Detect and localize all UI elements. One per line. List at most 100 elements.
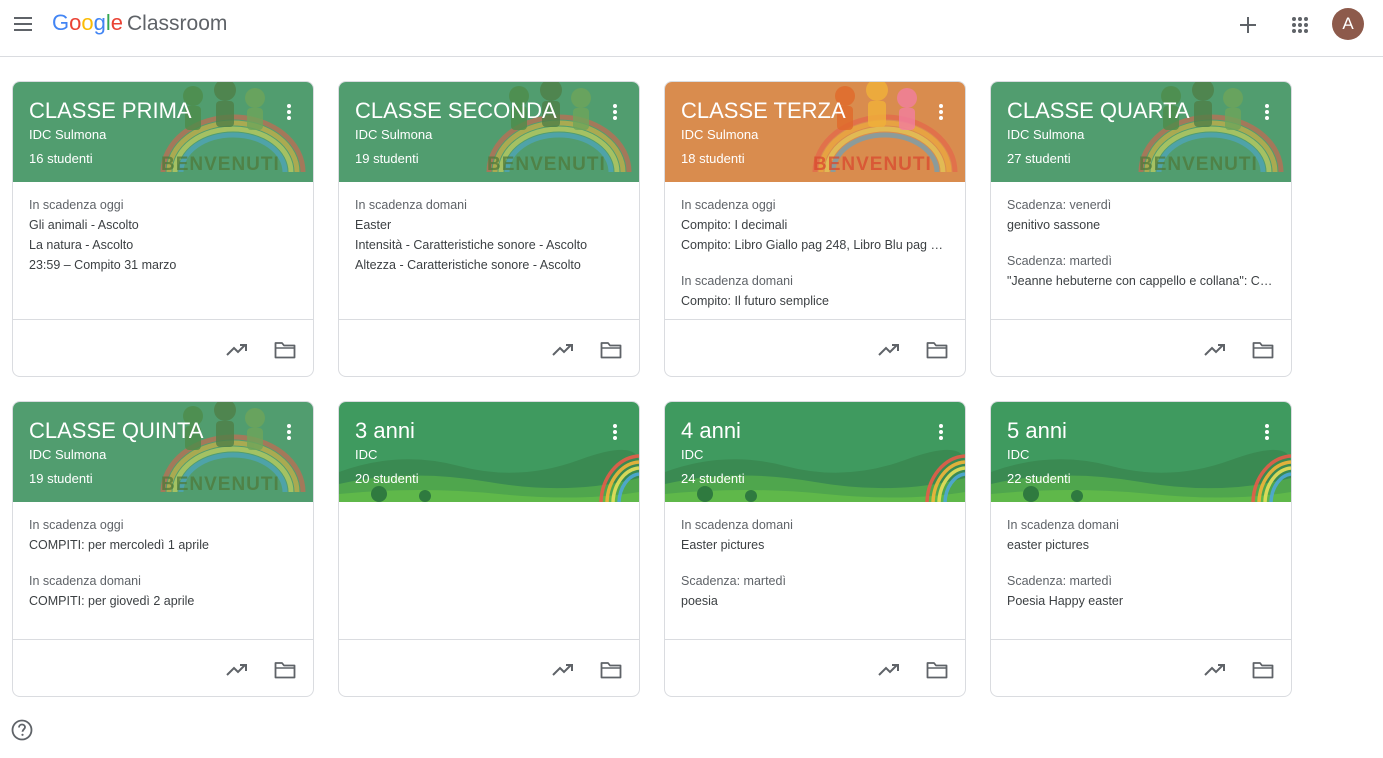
benvenuti-banner: BENVENUTI <box>813 154 932 175</box>
folder-icon <box>1252 342 1274 359</box>
class-title-link[interactable]: 5 anni <box>1007 418 1067 444</box>
assignment-link[interactable]: Altezza - Caratteristiche sonore - Ascol… <box>355 255 623 275</box>
google-apps-button[interactable] <box>1284 9 1316 41</box>
class-options-button[interactable] <box>605 420 625 444</box>
student-count: 24 studenti <box>681 471 745 486</box>
student-count: 22 studenti <box>1007 471 1071 486</box>
class-options-button[interactable] <box>1257 100 1277 124</box>
trending-up-icon <box>1204 664 1225 676</box>
open-drive-folder-button[interactable] <box>597 336 625 364</box>
open-drive-folder-button[interactable] <box>1249 656 1277 684</box>
logo-letter: G <box>52 10 70 35</box>
help-button[interactable] <box>10 718 34 742</box>
class-card[interactable]: BENVENUTI CLASSE QUARTA IDC Sulmona 27 s… <box>990 81 1292 377</box>
class-section: IDC Sulmona <box>681 127 759 142</box>
trending-up-icon <box>878 344 899 356</box>
open-drive-folder-button[interactable] <box>923 336 951 364</box>
assignment-link[interactable]: COMPITI: per mercoledì 1 aprile <box>29 535 297 555</box>
due-label: Scadenza: martedì <box>1007 574 1112 588</box>
class-card[interactable]: BENVENUTI CLASSE PRIMA IDC Sulmona 16 st… <box>12 81 314 377</box>
open-gradebook-button[interactable] <box>549 336 577 364</box>
logo-letter: e <box>110 10 124 35</box>
assignment-link[interactable]: Intensità - Caratteristiche sonore - Asc… <box>355 235 623 255</box>
class-card[interactable]: BENVENUTI CLASSE SECONDA IDC Sulmona 19 … <box>338 81 640 377</box>
class-options-button[interactable] <box>279 100 299 124</box>
class-card[interactable]: 5 anni IDC 22 studenti In scadenza doman… <box>990 401 1292 697</box>
open-drive-folder-button[interactable] <box>597 656 625 684</box>
due-group: Scadenza: martedì poesia <box>681 571 949 611</box>
upcoming-work: In scadenza oggi Compito: I decimali Comp… <box>665 182 965 319</box>
open-drive-folder-button[interactable] <box>1249 336 1277 364</box>
google-classroom-logo[interactable]: Google Classroom <box>52 10 227 40</box>
assignment-link[interactable]: Compito: I decimali <box>681 215 949 235</box>
trending-up-icon <box>552 664 573 676</box>
assignment-link[interactable]: "Jeanne hebuterne con cappello e collana… <box>1007 271 1275 291</box>
due-label: In scadenza domani <box>681 274 793 288</box>
assignment-link[interactable]: 23:59 – Compito 31 marzo <box>29 255 297 275</box>
class-section: IDC <box>355 447 378 462</box>
folder-icon <box>274 342 296 359</box>
assignment-link[interactable]: La natura - Ascolto <box>29 235 297 255</box>
class-title-link[interactable]: 4 anni <box>681 418 741 444</box>
class-options-button[interactable] <box>279 420 299 444</box>
apps-grid-icon <box>1292 17 1308 33</box>
assignment-link[interactable]: Compito: Il futuro semplice <box>681 291 949 311</box>
class-card[interactable]: BENVENUTI CLASSE TERZA IDC Sulmona 18 st… <box>664 81 966 377</box>
due-label: In scadenza oggi <box>681 198 776 212</box>
open-gradebook-button[interactable] <box>223 336 251 364</box>
benvenuti-banner: BENVENUTI <box>487 154 606 175</box>
class-options-button[interactable] <box>1257 420 1277 444</box>
account-avatar[interactable]: A <box>1332 8 1364 40</box>
class-title-link[interactable]: 3 anni <box>355 418 415 444</box>
class-options-button[interactable] <box>605 100 625 124</box>
main-menu-button[interactable] <box>8 8 40 40</box>
due-label: In scadenza domani <box>355 198 467 212</box>
class-title-link[interactable]: CLASSE SECONDA <box>355 98 557 124</box>
assignment-link[interactable]: Poesia Happy easter <box>1007 591 1275 611</box>
open-gradebook-button[interactable] <box>549 656 577 684</box>
upcoming-work: In scadenza oggi COMPITI: per mercoledì … <box>13 502 313 639</box>
due-group: In scadenza oggi Gli animali - Ascolto La… <box>29 195 297 275</box>
class-card[interactable]: 4 anni IDC 24 studenti In scadenza doman… <box>664 401 966 697</box>
open-gradebook-button[interactable] <box>223 656 251 684</box>
student-count: 19 studenti <box>355 151 419 166</box>
open-gradebook-button[interactable] <box>1201 336 1229 364</box>
open-gradebook-button[interactable] <box>1201 656 1229 684</box>
logo-letter: o <box>81 10 94 35</box>
card-header: BENVENUTI CLASSE SECONDA IDC Sulmona 19 … <box>339 82 639 182</box>
card-header: BENVENUTI CLASSE QUARTA IDC Sulmona 27 s… <box>991 82 1291 182</box>
class-title-link[interactable]: CLASSE TERZA <box>681 98 846 124</box>
assignment-link[interactable]: Easter pictures <box>681 535 949 555</box>
card-header: 3 anni IDC 20 studenti <box>339 402 639 502</box>
assignment-link[interactable]: easter pictures <box>1007 535 1275 555</box>
open-drive-folder-button[interactable] <box>271 336 299 364</box>
open-gradebook-button[interactable] <box>875 656 903 684</box>
class-title-link[interactable]: CLASSE QUINTA <box>29 418 203 444</box>
class-section: IDC Sulmona <box>29 127 107 142</box>
create-or-join-class-button[interactable] <box>1232 9 1264 41</box>
assignment-link[interactable]: poesia <box>681 591 949 611</box>
class-title-link[interactable]: CLASSE QUARTA <box>1007 98 1190 124</box>
open-gradebook-button[interactable] <box>875 336 903 364</box>
class-title-link[interactable]: CLASSE PRIMA <box>29 98 192 124</box>
card-footer <box>339 319 639 376</box>
student-count: 16 studenti <box>29 151 93 166</box>
assignment-link[interactable]: Compito: Libro Giallo pag 248, Libro Blu… <box>681 235 949 255</box>
more-vert-icon <box>939 104 943 120</box>
more-vert-icon <box>939 424 943 440</box>
upcoming-work: Scadenza: venerdì genitivo sassone Scade… <box>991 182 1291 319</box>
card-footer <box>991 639 1291 696</box>
assignment-link[interactable]: genitivo sassone <box>1007 215 1275 235</box>
assignment-link[interactable]: COMPITI: per giovedì 2 aprile <box>29 591 297 611</box>
class-options-button[interactable] <box>931 420 951 444</box>
due-label: Scadenza: martedì <box>681 574 786 588</box>
class-options-button[interactable] <box>931 100 951 124</box>
open-drive-folder-button[interactable] <box>923 656 951 684</box>
open-drive-folder-button[interactable] <box>271 656 299 684</box>
class-card[interactable]: BENVENUTI CLASSE QUINTA IDC Sulmona 19 s… <box>12 401 314 697</box>
assignment-link[interactable]: Gli animali - Ascolto <box>29 215 297 235</box>
due-label: Scadenza: martedì <box>1007 254 1112 268</box>
folder-icon <box>926 342 948 359</box>
class-card[interactable]: 3 anni IDC 20 studenti <box>338 401 640 697</box>
assignment-link[interactable]: Easter <box>355 215 623 235</box>
